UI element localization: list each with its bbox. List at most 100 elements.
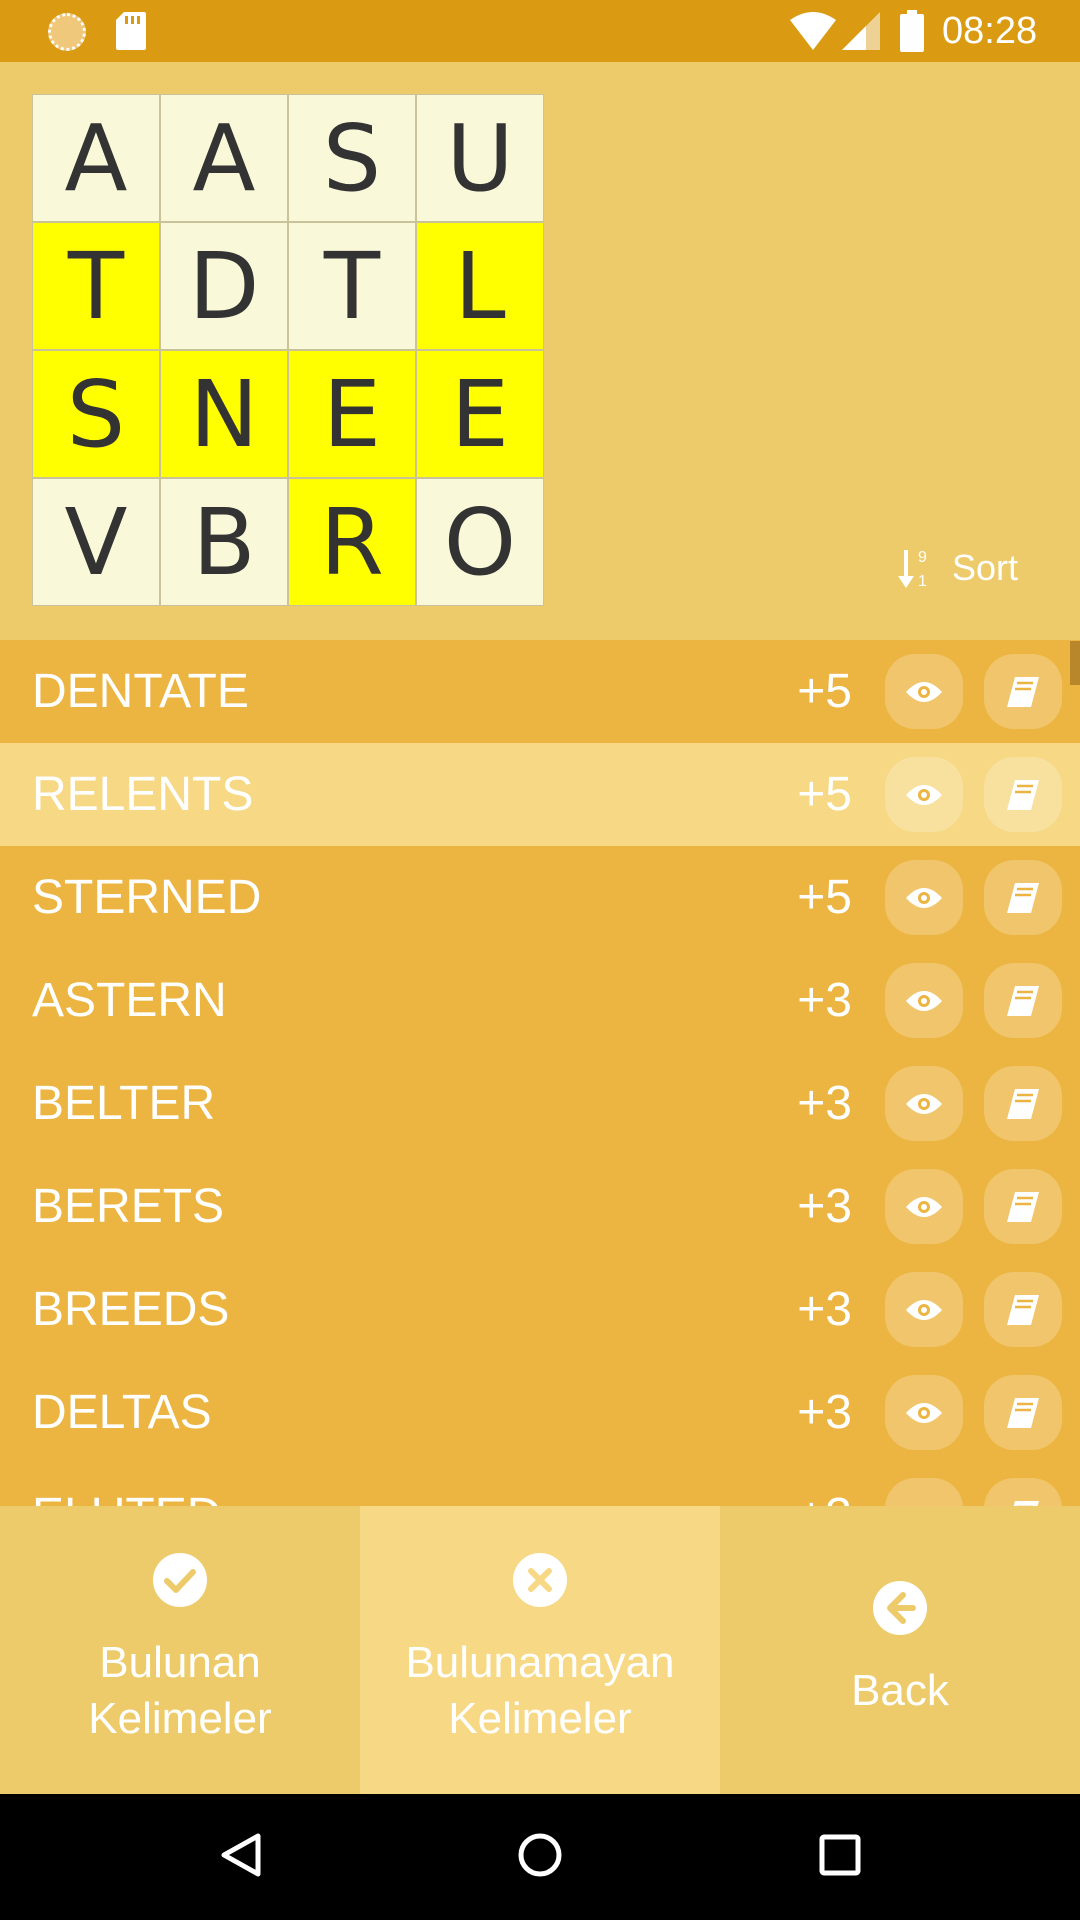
tab-not-found-line1: Bulunamayan: [405, 1638, 675, 1687]
check-circle-icon: [153, 1553, 207, 1621]
home-circle-icon[interactable]: [517, 1832, 563, 1883]
book-icon: [1007, 676, 1039, 707]
word-score: +5: [797, 768, 852, 821]
arrow-left-circle-icon: [873, 1581, 927, 1649]
tab-found-words[interactable]: Bulunan Kelimeler: [0, 1506, 360, 1794]
board-cell: A: [32, 94, 160, 222]
board-cell: B: [160, 478, 288, 606]
list-item[interactable]: BELTER +3: [0, 1052, 1080, 1155]
board-cell: S: [32, 350, 160, 478]
board-cell: R: [288, 478, 416, 606]
board-cell: S: [288, 94, 416, 222]
list-item[interactable]: BREEDS +3: [0, 1258, 1080, 1361]
definition-button[interactable]: [984, 1375, 1062, 1450]
word-text: ELUTED: [32, 1464, 221, 1506]
list-item[interactable]: DELTAS +3: [0, 1361, 1080, 1464]
show-word-button[interactable]: [885, 860, 963, 935]
word-text: BERETS: [32, 1180, 225, 1233]
scrollbar[interactable]: [1070, 641, 1080, 685]
word-text: DENTATE: [32, 665, 249, 718]
word-text: RELENTS: [32, 768, 254, 821]
board-cell: T: [32, 222, 160, 350]
list-item[interactable]: STERNED +5: [0, 846, 1080, 949]
sd-card-icon: [116, 12, 146, 55]
wifi-icon: [790, 12, 836, 55]
word-text: BELTER: [32, 1077, 216, 1130]
board-cell: O: [416, 478, 544, 606]
board-cell: U: [416, 94, 544, 222]
word-score: +5: [797, 665, 852, 718]
definition-button[interactable]: [984, 1272, 1062, 1347]
definition-button[interactable]: [984, 654, 1062, 729]
board-cell: D: [160, 222, 288, 350]
word-score: +3: [797, 974, 852, 1027]
tab-back-label: Back: [851, 1666, 949, 1715]
tab-found-line1: Bulunan: [99, 1638, 261, 1687]
show-word-button[interactable]: [885, 1169, 963, 1244]
tab-not-found-line2: Kelimeler: [448, 1694, 632, 1743]
board-cell: N: [160, 350, 288, 478]
letter-board: AASUTDTLSNEEVBRO: [32, 94, 544, 606]
battery-icon: [900, 10, 924, 57]
book-icon: [1007, 779, 1039, 810]
show-word-button[interactable]: [885, 1066, 963, 1141]
board-cell: T: [288, 222, 416, 350]
book-icon: [1007, 882, 1039, 913]
list-item[interactable]: ELUTED +3: [0, 1464, 1080, 1506]
board-cell: V: [32, 478, 160, 606]
board-cell: E: [288, 350, 416, 478]
show-word-button[interactable]: [885, 757, 963, 832]
list-item[interactable]: RELENTS +5: [0, 743, 1080, 846]
eye-icon: [906, 680, 942, 704]
definition-button[interactable]: [984, 963, 1062, 1038]
tab-found-line2: Kelimeler: [88, 1694, 272, 1743]
sun-notification-icon: [48, 13, 86, 51]
word-score: +3: [797, 1180, 852, 1233]
word-score: +3: [797, 1077, 852, 1130]
show-word-button[interactable]: [885, 963, 963, 1038]
sort-button[interactable]: 9 1 Sort: [898, 546, 1018, 590]
definition-button[interactable]: [984, 1169, 1062, 1244]
definition-button[interactable]: [984, 757, 1062, 832]
sort-label: Sort: [952, 547, 1019, 588]
show-word-button[interactable]: [885, 1272, 963, 1347]
list-item[interactable]: DENTATE +5: [0, 640, 1080, 743]
board-cell: A: [160, 94, 288, 222]
recents-square-icon[interactable]: [817, 1832, 863, 1883]
back-triangle-icon[interactable]: [218, 1832, 264, 1883]
definition-button[interactable]: [984, 1478, 1062, 1506]
show-word-button[interactable]: [885, 654, 963, 729]
board-header: AASUTDTLSNEEVBRO 9 1 Sort: [0, 62, 1080, 640]
definition-button[interactable]: [984, 860, 1062, 935]
word-score: +5: [797, 871, 852, 924]
eye-icon: [906, 989, 942, 1013]
show-word-button[interactable]: [885, 1478, 963, 1506]
board-cell: E: [416, 350, 544, 478]
eye-icon: [906, 886, 942, 910]
bottom-tabs: Bulunan Kelimeler Bulunamayan Kelimeler …: [0, 1506, 1080, 1794]
book-icon: [1007, 1191, 1039, 1222]
svg-text:9: 9: [918, 549, 927, 566]
book-icon: [1007, 1397, 1039, 1428]
tab-back[interactable]: Back: [720, 1506, 1080, 1794]
book-icon: [1007, 985, 1039, 1016]
word-text: DELTAS: [32, 1386, 212, 1439]
word-text: ASTERN: [32, 974, 227, 1027]
eye-icon: [906, 1401, 942, 1425]
word-list[interactable]: DENTATE +5 RELENTS +5 STERNED +5 ASTERN +3 BELTE…: [0, 640, 1080, 1506]
list-item[interactable]: ASTERN +3: [0, 949, 1080, 1052]
status-bar: 08:28: [0, 0, 1080, 62]
definition-button[interactable]: [984, 1066, 1062, 1141]
show-word-button[interactable]: [885, 1375, 963, 1450]
svg-text:1: 1: [918, 573, 927, 590]
eye-icon: [906, 783, 942, 807]
eye-icon: [906, 1195, 942, 1219]
book-icon: [1007, 1088, 1039, 1119]
signal-icon: [842, 12, 880, 55]
system-nav-bar: [0, 1794, 1080, 1920]
list-item[interactable]: BERETS +3: [0, 1155, 1080, 1258]
word-text: BREEDS: [32, 1283, 230, 1336]
clock: 08:28: [942, 10, 1038, 52]
tab-not-found-words[interactable]: Bulunamayan Kelimeler: [360, 1506, 720, 1794]
board-cell: L: [416, 222, 544, 350]
